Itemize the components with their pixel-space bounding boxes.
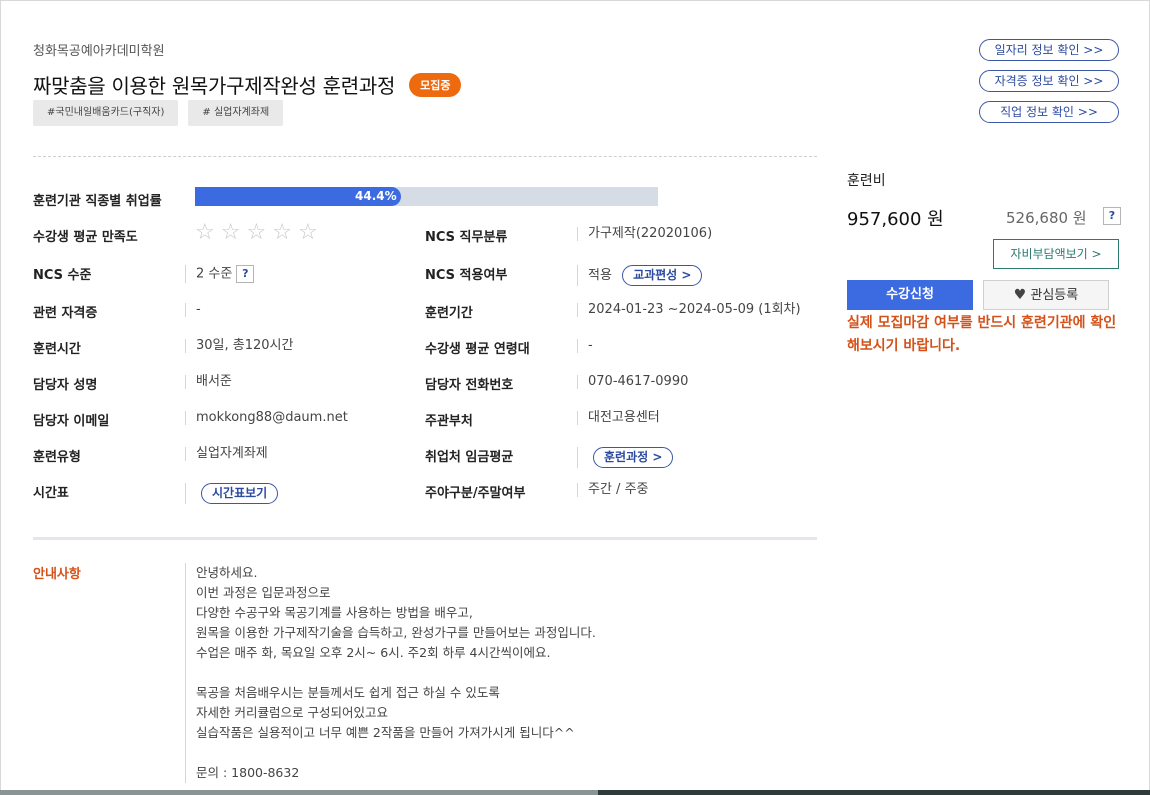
type-label: 훈련유형: [33, 450, 81, 465]
notice-line: 실습작품은 실용적이고 너무 예쁜 2작품을 만들어 가져가시게 됩니다^^: [196, 725, 575, 740]
period-value: 2024-01-23 ~2024-05-09 (1회차): [577, 303, 801, 317]
satisfaction-label: 수강생 평균 만족도: [33, 230, 138, 245]
ncs-level-label: NCS 수준: [33, 268, 92, 283]
cert-label: 관련 자격증: [33, 306, 98, 321]
fee-help-button[interactable]: ?: [1103, 207, 1121, 225]
notice-line: 안녕하세요.: [196, 565, 258, 580]
employment-rate-label: 훈련기관 직종별 취업률: [33, 194, 162, 209]
fee-self-pay: 526,680 원: [1006, 209, 1087, 227]
notice-line: 문의 : 1800-8632: [196, 765, 300, 780]
employment-rate-text: 44.4%: [355, 189, 397, 203]
course-title: 짜맞춤을 이용한 원목가구제작완성 훈련과정: [33, 74, 396, 98]
wage-course-button[interactable]: 훈련과정 >: [593, 447, 674, 468]
daynight-label: 주야구분/주말여부: [425, 486, 526, 501]
tag-list: #국민내일배움카드(구직자) # 실업자계좌제: [33, 100, 284, 126]
star-icon: ☆: [246, 220, 267, 245]
phone-value: 070-4617-0990: [577, 375, 688, 389]
ncs-applied-cell: 적용 교과편성 >: [577, 265, 703, 286]
notice-line: 목공을 처음배우시는 분들께서도 쉽게 접근 하실 수 있도록: [196, 685, 500, 700]
favorite-label: 관심등록: [1030, 288, 1079, 303]
status-badge: 모집중: [409, 72, 462, 97]
notice-line: 이번 과정은 입문과정으로: [196, 585, 331, 600]
email-label: 담당자 이메일: [33, 414, 110, 429]
age-value: -: [577, 339, 593, 353]
tag-card: #국민내일배움카드(구직자): [33, 100, 179, 126]
star-icon: ☆: [297, 220, 318, 245]
notice-line: [196, 663, 596, 683]
ncs-level-help-button[interactable]: ?: [236, 265, 255, 283]
satisfaction-stars: ☆ ☆ ☆ ☆ ☆: [195, 222, 318, 244]
notice-body: 안녕하세요. 이번 과정은 입문과정으로 다양한 수공구와 목공기계를 사용하는…: [185, 563, 596, 783]
notice-line: 원목을 이용한 가구제작기술을 습득하고, 완성가구를 만들어보는 과정입니다.: [196, 625, 596, 640]
bottom-bar-segment: [0, 790, 598, 795]
dept-value: 대전고용센터: [577, 411, 660, 425]
ncs-applied-value: 적용: [588, 268, 612, 283]
schedule-cell: 시간표보기: [185, 483, 279, 504]
age-label: 수강생 평균 연령대: [425, 342, 530, 357]
wage-cell: 훈련과정 >: [577, 447, 674, 468]
notice-label: 안내사항: [33, 567, 81, 582]
phone-label: 담당자 전화번호: [425, 378, 514, 393]
title-row: 짜맞춤을 이용한 원목가구제작완성 훈련과정 모집중: [33, 70, 462, 99]
occupation-info-button[interactable]: 직업 정보 확인 >>: [979, 101, 1119, 123]
wage-label: 취업처 임금평균: [425, 450, 514, 465]
tag-account: # 실업자계좌제: [188, 100, 284, 126]
institution-name[interactable]: 청화목공예아카데미학원: [33, 40, 165, 59]
dept-label: 주관부처: [425, 414, 473, 429]
divider-dashed: [33, 156, 817, 157]
cert-value: -: [185, 303, 201, 317]
curriculum-button[interactable]: 교과편성 >: [622, 265, 703, 286]
cert-info-button[interactable]: 자격증 정보 확인 >>: [979, 70, 1119, 92]
heart-icon: ♥: [1013, 287, 1027, 303]
star-icon: ☆: [195, 220, 215, 245]
ncs-applied-label: NCS 적용여부: [425, 268, 508, 283]
bottom-bar: [0, 790, 1150, 795]
notice-line: 수업은 매주 화, 목요일 오후 2시~ 6시. 주2회 하루 4시간씩이에요.: [196, 645, 551, 660]
hours-value: 30일, 총120시간: [185, 339, 293, 353]
schedule-view-button[interactable]: 시간표보기: [201, 483, 279, 504]
manager-label: 담당자 성명: [33, 378, 98, 393]
notice-line: 자세한 커리큘럼으로 구성되어있고요: [196, 705, 388, 720]
ncs-level-cell: 2 수준?: [185, 265, 255, 283]
schedule-label: 시간표: [33, 486, 69, 501]
info-links: 일자리 정보 확인 >> 자격증 정보 확인 >> 직업 정보 확인 >>: [979, 39, 1119, 123]
ncs-class-label: NCS 직무분류: [425, 230, 508, 245]
notice-line: 다양한 수공구와 목공기계를 사용하는 방법을 배우고,: [196, 605, 473, 620]
period-label: 훈련기간: [425, 306, 473, 321]
fee-label: 훈련비: [847, 173, 886, 189]
fee-total: 957,600 원: [847, 209, 944, 230]
notice-line: [196, 743, 596, 763]
apply-button[interactable]: 수강신청: [847, 280, 973, 310]
divider-solid: [33, 537, 817, 540]
star-icon: ☆: [220, 220, 241, 245]
ncs-level-value: 2 수준: [196, 266, 233, 282]
deadline-warning: 실제 모집마감 여부를 반드시 훈련기관에 확인해보시기 바랍니다.: [847, 315, 1117, 354]
self-pay-view-button[interactable]: 자비부담액보기 >: [993, 239, 1119, 269]
manager-value: 배서준: [185, 375, 232, 389]
star-icon: ☆: [272, 220, 292, 245]
employment-rate-bar: 44.4%: [195, 187, 658, 206]
type-value: 실업자계좌제: [185, 447, 268, 461]
ncs-class-value: 가구제작(22020106): [577, 227, 712, 241]
email-value: mokkong88@daum.net: [185, 411, 348, 425]
hours-label: 훈련시간: [33, 342, 81, 357]
favorite-button[interactable]: ♥ 관심등록: [983, 280, 1109, 310]
job-info-button[interactable]: 일자리 정보 확인 >>: [979, 39, 1119, 61]
daynight-value: 주간 / 주중: [577, 483, 649, 497]
